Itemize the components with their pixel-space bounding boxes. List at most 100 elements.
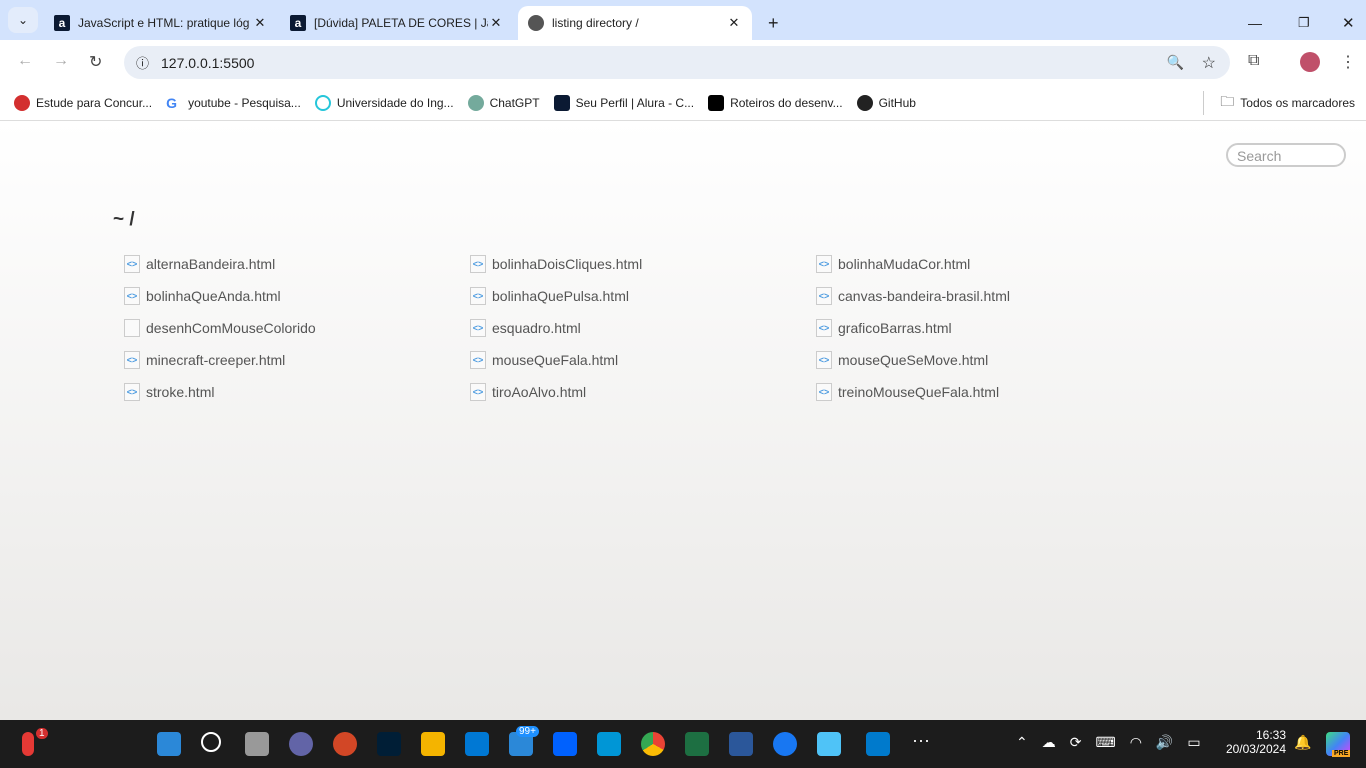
onedrive-icon[interactable]: ☁ <box>1042 734 1056 751</box>
volume-icon[interactable]: 🔊 <box>1156 734 1173 751</box>
github-icon <box>856 94 873 111</box>
minimize-button[interactable]: — <box>1238 6 1272 40</box>
photoshop-icon[interactable] <box>377 732 401 756</box>
file-item[interactable]: <> stroke.html <box>124 382 470 401</box>
chatgpt-icon <box>467 94 484 111</box>
file-name[interactable]: minecraft-creeper.html <box>146 352 285 368</box>
file-item[interactable]: <> bolinhaQuePulsa.html <box>470 286 816 305</box>
file-item[interactable]: <> tiroAoAlvo.html <box>470 382 816 401</box>
sync-icon[interactable]: ⟳ <box>1070 734 1082 751</box>
tab-0[interactable]: a JavaScript e HTML: pratique lóg ✕ <box>44 6 278 40</box>
facebook-icon[interactable] <box>773 732 797 756</box>
excel-icon[interactable] <box>685 732 709 756</box>
menu-icon[interactable]: ⋮ <box>1340 52 1356 72</box>
file-item[interactable]: <> bolinhaDoisCliques.html <box>470 254 816 273</box>
star-icon[interactable]: ☆ <box>1202 53 1216 73</box>
file-name[interactable]: stroke.html <box>146 384 214 400</box>
battery-icon[interactable]: ▭ <box>1187 734 1200 751</box>
forward-icon[interactable]: → <box>53 52 69 70</box>
reload-icon[interactable]: ↻ <box>89 52 102 72</box>
powerpoint-icon[interactable] <box>333 732 357 756</box>
file-item[interactable]: <> bolinhaQueAnda.html <box>124 286 470 305</box>
back-icon[interactable]: ← <box>17 52 33 70</box>
address-bar[interactable]: ⓘ 127.0.0.1:5500 🔍 ☆ <box>124 46 1230 79</box>
file-item[interactable]: desenhComMouseColorido <box>124 318 470 337</box>
file-explorer-icon[interactable] <box>421 732 445 756</box>
chevron-up-icon[interactable]: ⌃ <box>1016 734 1028 751</box>
file-name[interactable]: bolinhaDoisCliques.html <box>492 256 642 272</box>
page-title: ~ / <box>113 209 135 230</box>
html-file-icon: <> <box>470 318 486 337</box>
file-item[interactable]: <> canvas-bandeira-brasil.html <box>816 286 1162 305</box>
tab-search-button[interactable]: ⌄ <box>8 7 38 33</box>
bookmark-2[interactable]: Universidade do Ing... <box>314 94 454 111</box>
store-icon[interactable] <box>465 732 489 756</box>
file-item[interactable]: <> treinoMouseQueFala.html <box>816 382 1162 401</box>
myhp-icon[interactable] <box>597 732 621 756</box>
chrome-icon[interactable] <box>641 732 665 756</box>
bookmark-4[interactable]: Seu Perfil | Alura - C... <box>553 94 694 111</box>
close-tab-icon[interactable]: ✕ <box>726 15 742 31</box>
clock[interactable]: 16:33 20/03/2024 <box>1222 728 1286 756</box>
file-item[interactable]: <> mouseQueSeMove.html <box>816 350 1162 369</box>
tab-2[interactable]: listing directory / ✕ <box>518 6 752 40</box>
file-item[interactable]: <> bolinhaMudaCor.html <box>816 254 1162 273</box>
keyboard-icon[interactable]: ⌨ <box>1095 734 1115 751</box>
task-view-icon[interactable] <box>245 732 269 756</box>
file-name[interactable]: treinoMouseQueFala.html <box>838 384 999 400</box>
url-text[interactable]: 127.0.0.1:5500 <box>161 55 254 71</box>
notepad-icon[interactable] <box>817 732 841 756</box>
file-item[interactable]: <> esquadro.html <box>470 318 816 337</box>
file-item[interactable]: <> mouseQueFala.html <box>470 350 816 369</box>
file-name[interactable]: bolinhaQueAnda.html <box>146 288 281 304</box>
info-icon[interactable]: ⓘ <box>136 53 149 72</box>
html-file-icon: <> <box>816 286 832 305</box>
file-name[interactable]: bolinhaMudaCor.html <box>838 256 970 272</box>
bookmark-5[interactable]: Roteiros do desenv... <box>708 94 843 111</box>
new-tab-button[interactable]: + <box>758 6 789 40</box>
bookmark-3[interactable]: ChatGPT <box>467 94 540 111</box>
start-icon[interactable] <box>157 732 181 756</box>
weather-icon[interactable] <box>22 732 34 756</box>
file-name[interactable]: alternaBandeira.html <box>146 256 275 272</box>
dropbox-icon[interactable] <box>553 732 577 756</box>
file-item[interactable]: <> minecraft-creeper.html <box>124 350 470 369</box>
file-item[interactable]: <> alternaBandeira.html <box>124 254 470 273</box>
bookmarks-bar: Estude para Concur... Gyoutube - Pesquis… <box>0 85 1366 121</box>
file-name[interactable]: tiroAoAlvo.html <box>492 384 586 400</box>
close-window-button[interactable]: ✕ <box>1332 6 1365 40</box>
file-name[interactable]: esquadro.html <box>492 320 581 336</box>
all-bookmarks[interactable]: 🗀 Todos os marcadores <box>1203 90 1355 115</box>
more-icon[interactable]: ··· <box>912 730 936 754</box>
file-name[interactable]: mouseQueFala.html <box>492 352 618 368</box>
html-file-icon: <> <box>124 382 140 401</box>
file-name[interactable]: canvas-bandeira-brasil.html <box>838 288 1010 304</box>
wifi-icon[interactable]: ◠ <box>1130 734 1142 751</box>
search-input[interactable]: Search <box>1226 143 1346 167</box>
vscode-icon[interactable] <box>866 732 890 756</box>
profile-avatar[interactable] <box>1300 52 1320 72</box>
file-list: <> alternaBandeira.html <> bolinhaDoisCliqu… <box>124 254 1162 401</box>
tab-1[interactable]: a [Dúvida] PALETA DE CORES | Jav ✕ <box>280 6 514 40</box>
restore-button[interactable]: ❐ <box>1288 6 1320 40</box>
bookmark-6[interactable]: GitHub <box>856 94 916 111</box>
file-name[interactable]: mouseQueSeMove.html <box>838 352 988 368</box>
file-name[interactable]: bolinhaQuePulsa.html <box>492 288 629 304</box>
chat-icon[interactable] <box>289 732 313 756</box>
extensions-icon[interactable]: ⧉ <box>1248 52 1259 70</box>
file-name[interactable]: graficoBarras.html <box>838 320 952 336</box>
toolbar: ← → ↻ ⓘ 127.0.0.1:5500 🔍 ☆ ⧉ ⋮ <box>0 40 1366 85</box>
close-tab-icon[interactable]: ✕ <box>488 15 504 31</box>
file-item[interactable]: <> graficoBarras.html <box>816 318 1162 337</box>
copilot-badge: PRE <box>1332 750 1351 757</box>
close-tab-icon[interactable]: ✕ <box>252 15 268 31</box>
search-icon[interactable] <box>201 732 221 752</box>
html-file-icon: <> <box>124 254 140 273</box>
bookmark-1[interactable]: Gyoutube - Pesquisa... <box>166 95 301 111</box>
bookmark-0[interactable]: Estude para Concur... <box>14 94 152 111</box>
html-file-icon: <> <box>470 286 486 305</box>
file-name[interactable]: desenhComMouseColorido <box>146 320 316 336</box>
zoom-icon[interactable]: 🔍 <box>1167 54 1184 71</box>
word-icon[interactable] <box>729 732 753 756</box>
bell-icon[interactable]: 🔔 <box>1294 734 1311 751</box>
